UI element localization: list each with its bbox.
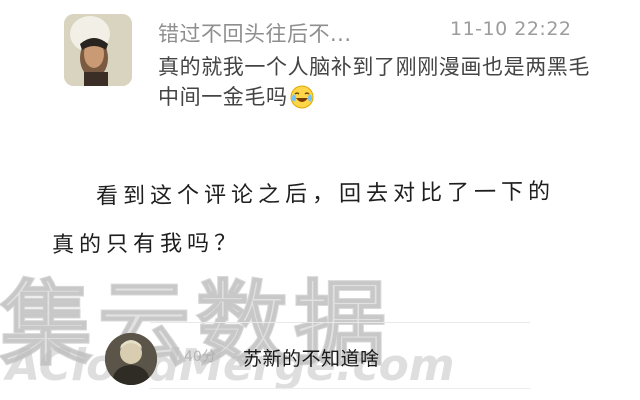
user-avatar[interactable] <box>64 14 132 86</box>
comment-text: 真的就我一个人脑补到了刚刚漫画也是两黑毛中间一金毛吗 <box>158 55 590 109</box>
reply-username[interactable]: 苏新的不知道啥 <box>243 344 380 371</box>
comment-row: 错过不回头往后不... 11-10 22:22 真的就我一个人脑补到了刚刚漫画也… <box>0 0 640 125</box>
comment-username[interactable]: 错过不回头往后不... <box>158 18 352 48</box>
handwritten-note-line-2: 真的只有我吗？ <box>51 231 242 258</box>
reply-avatar[interactable] <box>105 333 157 385</box>
watermark-english: ACloudMerge.com <box>6 340 455 391</box>
divider <box>150 322 530 323</box>
laughing-crying-emoji-icon <box>290 85 314 109</box>
divider <box>150 388 530 389</box>
points-badge: 40分 <box>184 349 216 365</box>
comment-timestamp: 11-10 22:22 <box>450 18 572 40</box>
handwritten-note-line-1: 看到这个评论之后，回去对比了一下的 <box>95 179 556 210</box>
comment-body: 真的就我一个人脑补到了刚刚漫画也是两黑毛中间一金毛吗 <box>158 52 598 112</box>
